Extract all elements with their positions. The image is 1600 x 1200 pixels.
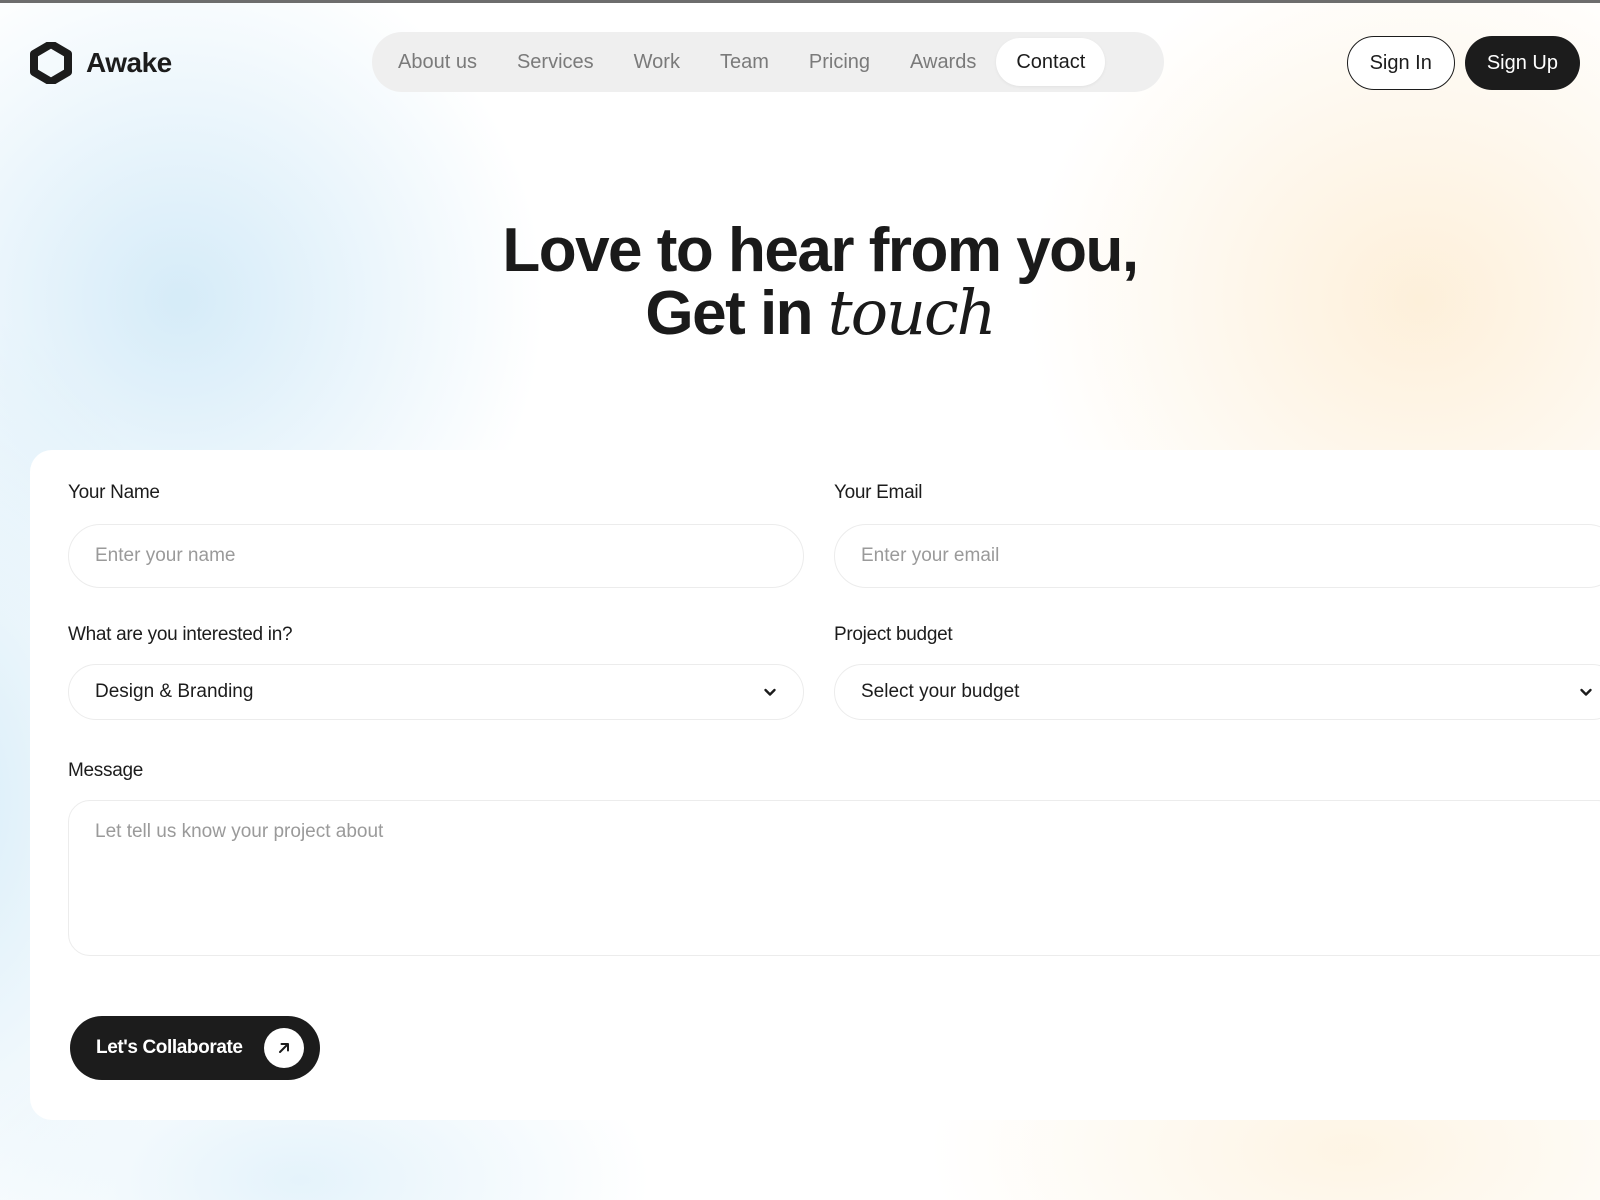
auth-buttons: Sign In Sign Up <box>1346 36 1580 90</box>
interest-field-group: What are you interested in? Design & Bra… <box>68 624 804 724</box>
name-label: Your Name <box>68 482 160 503</box>
budget-field-group: Project budget Select your budget <box>834 624 1600 724</box>
nav-item-about-us[interactable]: About us <box>378 38 497 86</box>
brand-logo[interactable]: Awake <box>30 42 172 84</box>
message-textarea[interactable] <box>68 800 1600 956</box>
name-field-group: Your Name <box>68 482 804 592</box>
chevron-down-icon <box>1580 688 1592 696</box>
lets-collaborate-label: Let's Collaborate <box>96 1037 243 1058</box>
sign-in-button[interactable]: Sign In <box>1346 36 1455 90</box>
arrow-up-right-icon <box>264 1028 304 1068</box>
nav-item-work[interactable]: Work <box>614 38 700 86</box>
nav-item-contact[interactable]: Contact <box>996 38 1106 86</box>
name-input[interactable] <box>68 524 804 588</box>
message-field-group: Message <box>68 760 1600 960</box>
chevron-down-icon <box>764 688 776 696</box>
interest-label: What are you interested in? <box>68 624 293 645</box>
contact-form: Your Name Your Email What are you intere… <box>30 450 1600 1120</box>
main-nav: About us Services Work Team Pricing Awar… <box>372 32 1164 92</box>
title-line-2-prefix: Get in <box>645 279 828 348</box>
message-label: Message <box>68 760 143 781</box>
budget-select[interactable]: Select your budget <box>834 664 1600 720</box>
brand-name: Awake <box>86 47 172 78</box>
nav-item-pricing[interactable]: Pricing <box>789 38 890 86</box>
lets-collaborate-button[interactable]: Let's Collaborate <box>70 1016 320 1080</box>
window-top-border <box>0 0 1600 3</box>
interest-selected-value: Design & Branding <box>95 681 254 702</box>
budget-label: Project budget <box>834 624 953 645</box>
email-field-group: Your Email <box>834 482 1600 592</box>
sign-up-button[interactable]: Sign Up <box>1464 36 1580 90</box>
nav-item-team[interactable]: Team <box>700 38 789 86</box>
hexagon-logo-icon <box>30 42 72 84</box>
interest-select[interactable]: Design & Branding <box>68 664 804 720</box>
email-label: Your Email <box>834 482 923 503</box>
site-header: Awake About us Services Work Team Pricin… <box>0 0 1600 125</box>
title-line-1: Love to hear from you, <box>502 216 1139 285</box>
email-input[interactable] <box>834 524 1600 588</box>
page-title: Love to hear from you, Get in touch <box>0 220 1600 345</box>
nav-item-services[interactable]: Services <box>497 38 614 86</box>
budget-selected-value: Select your budget <box>861 681 1020 702</box>
title-line-2: Get in touch <box>40 282 1600 345</box>
nav-item-awards[interactable]: Awards <box>890 38 996 86</box>
title-emphasis: touch <box>827 276 997 349</box>
